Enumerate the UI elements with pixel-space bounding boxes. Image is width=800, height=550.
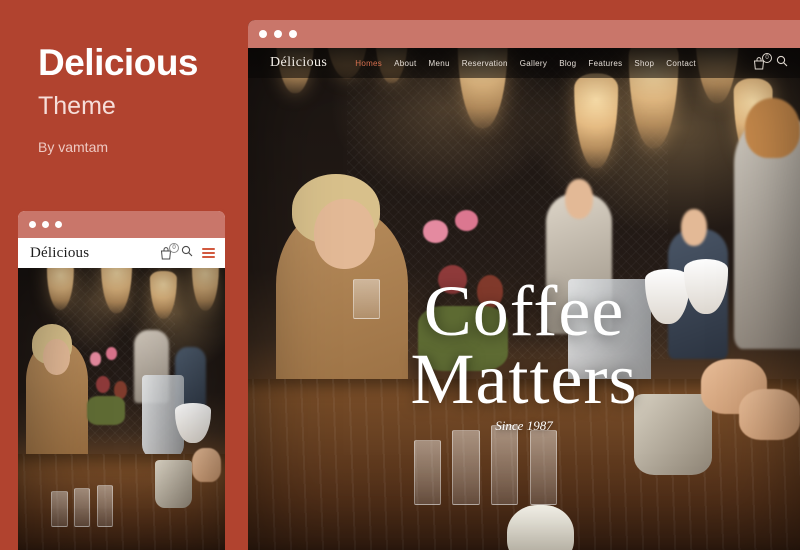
nav-item-menu[interactable]: Menu — [429, 59, 450, 68]
nav-item-homes[interactable]: Homes — [355, 59, 382, 68]
cart-count-badge: 0 — [762, 52, 772, 63]
mobile-window-titlebar — [18, 211, 225, 238]
window-dot-minimize-icon[interactable] — [274, 30, 282, 38]
promo-subtitle: Theme — [38, 91, 116, 120]
desktop-preview-window: Délicious Homes About Menu Reservation G… — [248, 20, 800, 550]
promo-title: Delicious — [38, 42, 199, 83]
nav-item-shop[interactable]: Shop — [634, 59, 654, 68]
shopping-bag-icon[interactable]: 0 — [160, 242, 179, 260]
mobile-header-icons: 0 — [160, 242, 215, 262]
window-dot-maximize-icon[interactable] — [289, 30, 297, 38]
desktop-window-titlebar — [248, 20, 800, 48]
shopping-bag-icon[interactable]: 0 — [753, 52, 772, 70]
window-dot-maximize-icon[interactable] — [55, 221, 62, 228]
cart-count-badge: 0 — [169, 242, 179, 253]
window-dot-close-icon[interactable] — [259, 30, 267, 38]
desktop-hero-line1: Coffee — [423, 271, 625, 351]
desktop-hero-text: Coffee Matters Since 1987 — [248, 271, 800, 434]
window-dot-minimize-icon[interactable] — [42, 221, 49, 228]
desktop-site-nav: Délicious Homes About Menu Reservation G… — [248, 48, 800, 78]
search-icon[interactable] — [181, 244, 193, 262]
nav-item-contact[interactable]: Contact — [666, 59, 696, 68]
desktop-menu: Homes About Menu Reservation Gallery Blo… — [355, 59, 753, 68]
mobile-preview-window: Délicious 0 — [18, 211, 225, 550]
screenshot-stage: Delicious Theme By vamtam Délicious 0 Dé… — [0, 0, 800, 550]
nav-item-features[interactable]: Features — [588, 59, 622, 68]
nav-item-gallery[interactable]: Gallery — [520, 59, 547, 68]
desktop-site-logo[interactable]: Délicious — [270, 55, 327, 71]
nav-item-reservation[interactable]: Reservation — [462, 59, 508, 68]
mobile-hero-photo — [18, 268, 225, 550]
window-dot-close-icon[interactable] — [29, 221, 36, 228]
nav-item-about[interactable]: About — [394, 59, 416, 68]
nav-item-blog[interactable]: Blog — [559, 59, 576, 68]
promo-block: Delicious Theme By vamtam — [38, 42, 248, 156]
desktop-header-icons: 0 — [753, 52, 788, 72]
desktop-hero-line2: Matters — [410, 339, 638, 420]
mobile-site-header: Délicious 0 — [18, 238, 225, 268]
search-icon[interactable] — [776, 54, 788, 72]
promo-author: By vamtam — [38, 139, 109, 156]
hamburger-menu-icon[interactable] — [202, 248, 215, 258]
mobile-hero-viewport: Coffee Matters Since 1987 — [18, 268, 225, 550]
mobile-site-logo[interactable]: Délicious — [30, 245, 160, 262]
desktop-hero-tagline: Since 1987 — [495, 418, 553, 434]
